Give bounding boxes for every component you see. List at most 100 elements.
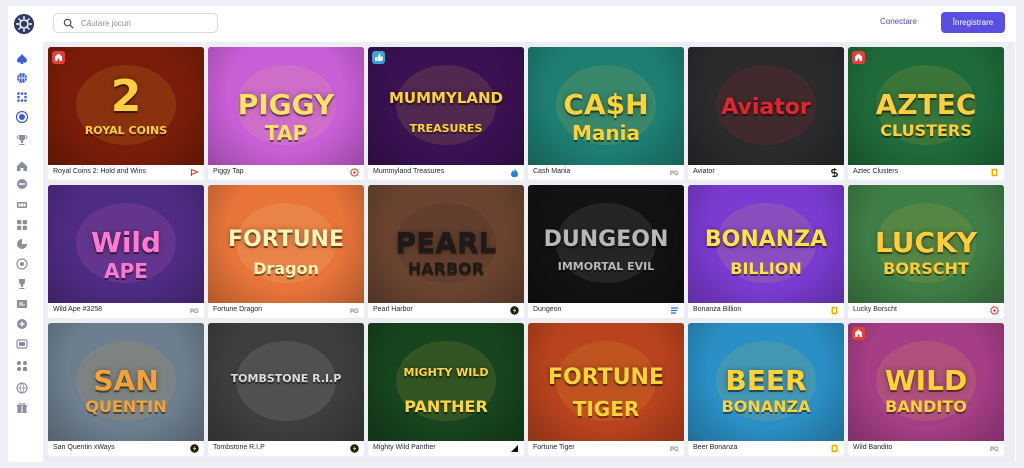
cup-icon[interactable] — [16, 278, 28, 290]
game-card-wild-bandito[interactable]: WILD BANDITO Wild Bandito PG — [848, 323, 1004, 456]
game-logo-title: 2 — [110, 71, 142, 122]
pie-icon[interactable] — [16, 238, 28, 250]
game-info-bar: Fortune Dragon PG — [208, 303, 364, 318]
play-flag-icon — [190, 168, 199, 177]
hot-badge-icon — [852, 327, 865, 340]
bgaming-icon — [990, 168, 999, 177]
game-logo-subtitle: BORSCHT — [883, 259, 969, 278]
game-thumbnail[interactable]: WILD BANDITO — [848, 323, 1004, 441]
game-thumbnail[interactable]: MUMMYLAND TREASURES — [368, 47, 524, 165]
game-card-royal-coins-2-hold-and-wins[interactable]: 2 ROYAL COINS Royal Coins 2: Hold and Wins — [48, 47, 204, 180]
game-thumbnail[interactable]: PEARL HARBOR — [368, 185, 524, 303]
game-card-bonanza-billion[interactable]: BONANZA BILLION Bonanza Billion — [688, 185, 844, 318]
game-thumbnail[interactable]: LUCKY BORSCHT — [848, 185, 1004, 303]
game-name[interactable]: Pearl Harbor — [373, 306, 413, 313]
game-info-bar: San Quentin xWays — [48, 441, 204, 456]
game-card-tombstone-r-i-p[interactable]: TOMBSTONE R.I.P Tombstone R.I.P — [208, 323, 364, 456]
globe-icon[interactable] — [16, 382, 28, 394]
slots-icon[interactable] — [16, 199, 28, 211]
search-input[interactable] — [81, 16, 211, 31]
game-logo-subtitle: BANDITO — [885, 397, 967, 416]
tv-icon[interactable] — [16, 338, 28, 350]
game-name[interactable]: Aviator — [693, 168, 715, 175]
grid-icon[interactable] — [16, 219, 28, 231]
game-thumbnail[interactable]: MIGHTY WILD PANTHER — [368, 323, 524, 441]
plus-icon[interactable] — [16, 318, 28, 330]
game-card-cash-mania[interactable]: CA$H Mania Cash Mania PG — [528, 47, 684, 180]
game-thumbnail[interactable]: AZTEC CLUSTERS — [848, 47, 1004, 165]
game-logo-title: DUNGEON — [543, 227, 669, 252]
game-card-lucky-borscht[interactable]: LUCKY BORSCHT Lucky Borscht — [848, 185, 1004, 318]
game-card-piggy-tap[interactable]: PIGGY TAP Piggy Tap — [208, 47, 364, 180]
game-card-mighty-wild-panther[interactable]: MIGHTY WILD PANTHER Mighty Wild Panther — [368, 323, 524, 456]
game-name[interactable]: Beer Bonanza — [693, 444, 737, 451]
game-thumbnail[interactable]: DUNGEON IMMORTAL EVIL — [528, 185, 684, 303]
spade-icon[interactable] — [16, 53, 28, 65]
game-name[interactable]: Cash Mania — [533, 168, 570, 175]
pg-icon: PG — [670, 168, 679, 177]
game-logo-subtitle: ROYAL COINS — [84, 124, 168, 137]
sidebar — [8, 42, 36, 462]
game-card-aztec-clusters[interactable]: AZTEC CLUSTERS Aztec Clusters — [848, 47, 1004, 180]
minus-circle-icon[interactable] — [16, 178, 28, 190]
game-name[interactable]: Tombstone R.I.P — [213, 444, 265, 451]
game-thumbnail[interactable]: FORTUNE Dragon — [208, 185, 364, 303]
game-name[interactable]: Aztec Clusters — [853, 168, 898, 175]
game-thumbnail[interactable]: FORTUNE TIGER — [528, 323, 684, 441]
game-thumbnail[interactable]: BONANZA BILLION — [688, 185, 844, 303]
game-name[interactable]: Piggy Tap — [213, 168, 244, 175]
game-card-fortune-tiger[interactable]: FORTUNE TIGER Fortune Tiger PG — [528, 323, 684, 456]
game-card-dungeon[interactable]: DUNGEON IMMORTAL EVIL Dungeon — [528, 185, 684, 318]
register-button[interactable]: Înregistrare — [941, 12, 1005, 33]
game-card-pearl-harbor[interactable]: PEARL HARBOR Pearl Harbor — [368, 185, 524, 318]
game-name[interactable]: Royal Coins 2: Hold and Wins — [53, 168, 146, 175]
svg-text:PG: PG — [990, 447, 999, 453]
game-name[interactable]: Bonanza Billion — [693, 306, 741, 313]
game-name[interactable]: Mighty Wild Panther — [373, 444, 436, 451]
game-thumbnail[interactable]: CA$H Mania — [528, 47, 684, 165]
game-thumbnail[interactable]: SAN QUENTIN — [48, 323, 204, 441]
game-name[interactable]: Mummyland Treasures — [373, 168, 444, 175]
game-thumbnail[interactable]: Wild APE — [48, 185, 204, 303]
dice-grid-icon[interactable] — [16, 91, 28, 103]
game-card-aviator[interactable]: Aviator Aviator — [688, 47, 844, 180]
game-thumbnail[interactable]: 2 ROYAL COINS — [48, 47, 204, 165]
game-info-bar: Beer Bonanza — [688, 441, 844, 456]
search-box[interactable] — [53, 13, 218, 33]
spribe-icon — [830, 168, 839, 177]
game-name[interactable]: Fortune Tiger — [533, 444, 575, 451]
bolt-icon — [190, 444, 199, 453]
game-logo-title: PIGGY — [237, 88, 335, 121]
game-logo-subtitle: BONANZA — [721, 397, 811, 416]
chip-icon[interactable] — [16, 111, 28, 123]
game-card-beer-bonanza[interactable]: BEER BONANZA Beer Bonanza — [688, 323, 844, 456]
game-name[interactable]: Wild Ape #3258 — [53, 306, 102, 313]
home-icon[interactable] — [16, 160, 28, 172]
game-thumbnail[interactable]: Aviator — [688, 47, 844, 165]
game-info-bar: Aviator — [688, 165, 844, 180]
gift-icon[interactable] — [16, 402, 28, 414]
game-name[interactable]: Wild Bandito — [853, 444, 892, 451]
trophy-icon[interactable] — [16, 134, 28, 146]
game-name[interactable]: Dungeon — [533, 306, 561, 313]
game-thumbnail[interactable]: TOMBSTONE R.I.P — [208, 323, 364, 441]
game-card-fortune-dragon[interactable]: FORTUNE Dragon Fortune Dragon PG — [208, 185, 364, 318]
game-logo-title: Wild — [90, 226, 162, 259]
game-logo-subtitle: IMMORTAL EVIL — [557, 260, 655, 273]
game-name[interactable]: Lucky Borscht — [853, 306, 897, 313]
ball-icon[interactable] — [16, 258, 28, 270]
game-logo-title: FORTUNE — [548, 365, 664, 390]
game-thumbnail[interactable]: BEER BONANZA — [688, 323, 844, 441]
game-logo-title: Aviator — [721, 95, 811, 120]
apps-icon[interactable] — [16, 360, 28, 372]
game-card-san-quentin-xways[interactable]: SAN QUENTIN San Quentin xWays — [48, 323, 204, 456]
game-name[interactable]: Fortune Dragon — [213, 306, 262, 313]
game-name[interactable]: San Quentin xWays — [53, 444, 115, 451]
game-card-mummyland-treasures[interactable]: MUMMYLAND TREASURES Mummyland Treasures — [368, 47, 524, 180]
promo-icon[interactable] — [16, 298, 28, 310]
login-link[interactable]: Conectare — [880, 17, 917, 26]
game-thumbnail[interactable]: PIGGY TAP — [208, 47, 364, 165]
site-logo[interactable] — [14, 14, 34, 34]
basketball-icon[interactable] — [16, 72, 28, 84]
game-card-wild-ape-3258[interactable]: Wild APE Wild Ape #3258 PG — [48, 185, 204, 318]
